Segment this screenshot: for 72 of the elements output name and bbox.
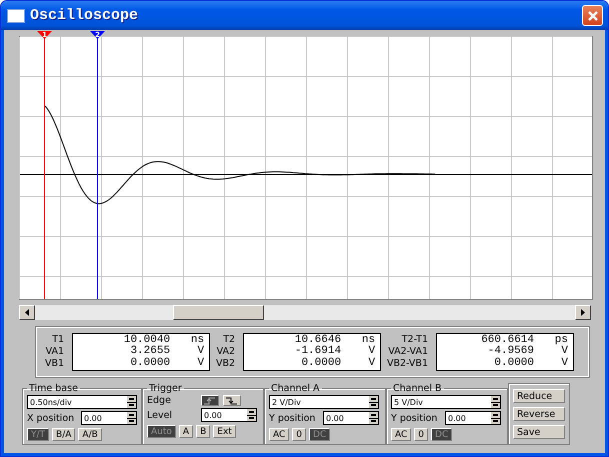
readout-value: 0.0000 <box>494 358 534 370</box>
horizontal-scrollbar[interactable] <box>19 305 591 320</box>
trigger-source-toggle[interactable]: Ext <box>213 425 236 438</box>
coupling-toggle[interactable]: AC <box>269 428 290 441</box>
group-title: Channel A <box>270 383 321 394</box>
group-title: Trigger <box>148 383 183 394</box>
readout-unit: ns <box>360 334 376 346</box>
close-icon[interactable] <box>586 10 598 22</box>
readout-unit: V <box>560 358 568 370</box>
scroll-left-icon[interactable] <box>19 305 35 320</box>
group-title: Time base <box>28 383 79 394</box>
readout-unit: V <box>196 358 204 370</box>
field-label: Level <box>147 410 174 420</box>
readout-value: 660.6614 <box>481 334 534 346</box>
readout-value: -4.9569 <box>488 346 534 358</box>
field-label: X position <box>27 412 76 424</box>
readout-unit: ps <box>554 334 568 346</box>
coupling-toggle[interactable]: AC <box>391 428 412 441</box>
readout-value: -1.6914 <box>294 346 342 358</box>
close-button[interactable] <box>582 5 603 26</box>
scroll-right-icon[interactable] <box>575 305 591 320</box>
readout-unit: V <box>560 346 568 358</box>
readout-value: 0.0000 <box>130 358 170 370</box>
field-label: Y position <box>269 412 316 424</box>
window-icon <box>7 8 25 22</box>
readout-value: 3.2655 <box>130 346 170 358</box>
spin-arrows-icon[interactable] <box>127 412 136 424</box>
action-button[interactable]: Reverse <box>513 407 565 421</box>
volts-per-div-spinbox[interactable]: 2 V/Div <box>269 395 379 409</box>
x-position-spinbox[interactable]: 0.00 <box>81 411 137 425</box>
y-position-spinbox[interactable]: 0.00 <box>445 411 501 425</box>
spin-arrows-icon[interactable] <box>491 412 500 424</box>
mode-toggle[interactable]: B/A <box>52 428 76 441</box>
coupling-toggle[interactable]: 0 <box>414 428 428 441</box>
readout-value: 10.6646 <box>294 334 342 346</box>
readout-label: VA2-VA1 <box>388 346 428 358</box>
spin-arrows-icon[interactable] <box>369 412 378 424</box>
spin-arrows-icon[interactable] <box>369 396 378 408</box>
readout-label: VA1 <box>46 346 64 358</box>
readout-label: VA2 <box>216 346 236 358</box>
readout-value: 0.0000 <box>301 358 342 370</box>
mode-toggle[interactable]: A/B <box>78 428 102 441</box>
field-label: Y position <box>391 412 438 424</box>
rising-edge-button[interactable] <box>201 395 219 406</box>
y-position-spinbox[interactable]: 0.00 <box>323 411 379 425</box>
field-label: Edge <box>147 395 172 406</box>
group-title: Channel B <box>392 383 443 394</box>
coupling-toggle[interactable]: 0 <box>292 428 306 441</box>
readout-label: T1 <box>52 334 64 346</box>
readout-label: VB1 <box>45 358 64 370</box>
readout-value: 10.0040 <box>124 334 170 346</box>
readout-unit: ns <box>190 334 204 346</box>
trigger-level-spinbox[interactable]: 0.00 <box>201 408 257 422</box>
readout-label: VB2 <box>216 358 236 370</box>
spin-arrows-icon[interactable] <box>491 396 500 408</box>
readout-unit: V <box>196 346 204 358</box>
time-scale-spinbox[interactable]: 0.50ns/div <box>27 395 137 409</box>
readout-unit: V <box>367 358 376 370</box>
window-title: Oscilloscope <box>30 7 140 24</box>
volts-per-div-spinbox[interactable]: 5 V/Div <box>391 395 501 409</box>
readout-label: VB2-VB1 <box>387 358 428 370</box>
readout-unit: V <box>367 346 376 358</box>
action-button[interactable]: Reduce <box>513 389 565 403</box>
readout-label: T2 <box>223 334 236 346</box>
readout-label: T2-T1 <box>402 334 428 346</box>
spin-arrows-icon[interactable] <box>247 409 256 421</box>
spin-arrows-icon[interactable] <box>127 396 136 408</box>
scrollbar-thumb[interactable] <box>173 305 264 320</box>
action-button[interactable]: Save <box>513 425 565 439</box>
trigger-source-toggle[interactable]: A <box>178 425 194 438</box>
falling-edge-button[interactable] <box>223 395 241 406</box>
trigger-source-toggle[interactable]: B <box>196 425 210 438</box>
